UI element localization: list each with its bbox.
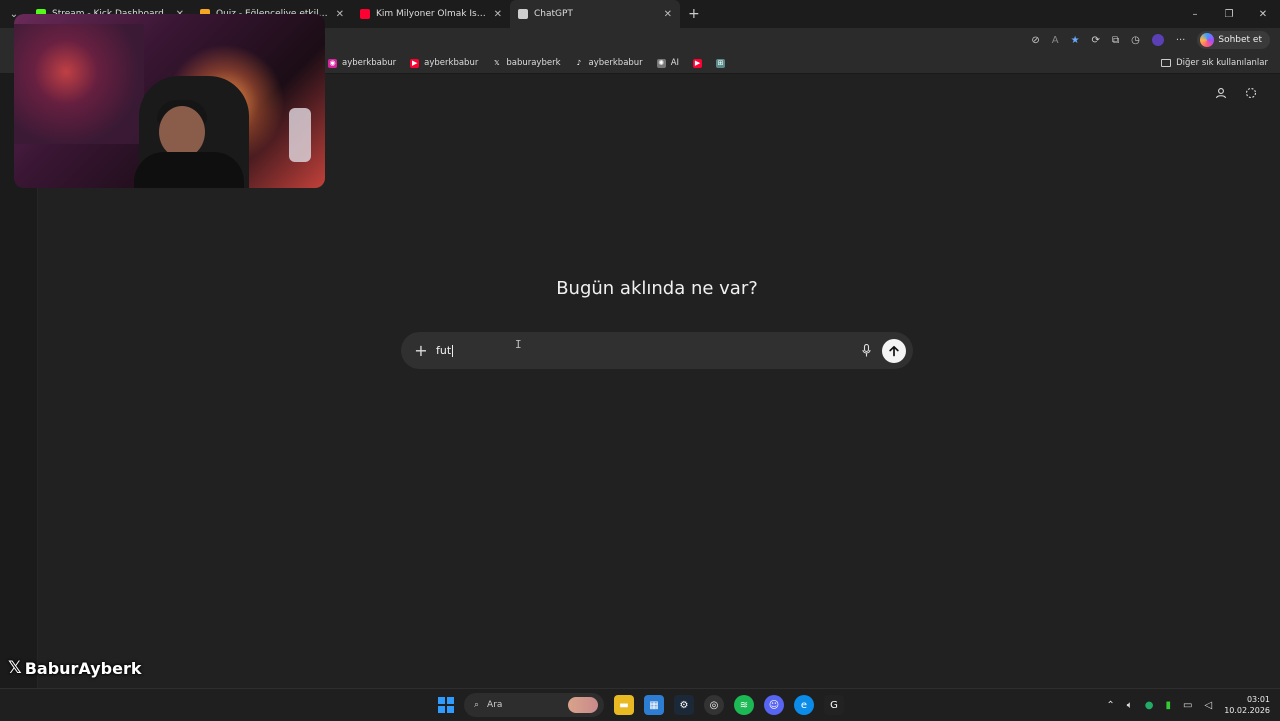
windows-start-icon[interactable] [438, 697, 454, 713]
more-menu-icon[interactable]: ··· [1176, 35, 1186, 46]
profile-avatar[interactable] [1151, 34, 1164, 46]
tracking-prevention-icon[interactable]: ⊘ [1031, 35, 1039, 46]
other-bookmarks-label: Diğer sık kullanılanlar [1176, 58, 1268, 68]
chatgpt-icon: ✺ [656, 58, 666, 68]
copilot-chat-button[interactable]: Sohbet et [1197, 31, 1270, 49]
photos-app-icon[interactable]: ▦ [644, 695, 664, 715]
tab-title: Kim Milyoner Olmak İster? 1212. B [376, 9, 488, 19]
tab-title: ChatGPT [534, 9, 573, 19]
bookmark-item[interactable]: 𝕏baburayberk [492, 58, 561, 68]
bookmark-label: AI [670, 58, 680, 68]
bookmark-label: ayberkbabur [588, 58, 643, 68]
browser-tab[interactable]: Kim Milyoner Olmak İster? 1212. B ✕ [352, 0, 510, 28]
network-status-icon[interactable]: ● [1145, 700, 1154, 711]
tray-overflow-chevron-icon[interactable]: ⌃ [1106, 700, 1114, 711]
page-header-actions [1214, 86, 1258, 100]
clock-time: 03:01 [1246, 695, 1270, 704]
tab-favicon-icon [518, 9, 528, 19]
clock-date: 10.02.2026 [1224, 706, 1270, 715]
search-highlight-image [568, 697, 598, 713]
copilot-icon [1200, 33, 1215, 47]
microphone-icon[interactable] [860, 344, 872, 358]
new-tab-button[interactable]: + [680, 6, 708, 22]
chrome-like-icon[interactable]: ◎ [704, 695, 724, 715]
bookmark-label: ayberkbabur [342, 58, 397, 68]
youtube-icon: ▶ [693, 58, 703, 68]
greeting-heading: Bugün aklında ne var? [556, 278, 758, 299]
cherry-blossom-panel [14, 24, 144, 144]
tab-favicon-icon [360, 9, 370, 19]
folder-icon [1161, 59, 1172, 67]
history-icon[interactable]: ◷ [1131, 35, 1140, 46]
microphone-tray-icon[interactable]: ▮ [1166, 700, 1172, 711]
system-tray: ⌃ 🔈︎ ● ▮ ▭ ◁ 03:01 10.02.2026 [1106, 689, 1270, 721]
instagram-icon: ◉ [328, 58, 337, 68]
bookmark-item[interactable]: ⊞ [716, 58, 726, 68]
taskbar-apps: ⌕ Ara ▬ ▦ ⚙ ◎ ≋ ☺ e G [438, 689, 844, 721]
text-cursor-icon: I [515, 338, 522, 351]
close-tab-icon[interactable]: ✕ [494, 9, 502, 20]
speaker-icon[interactable]: 🔈︎ [1127, 700, 1133, 711]
streamer-body [134, 152, 244, 188]
desk-lamp [289, 108, 311, 162]
bookmark-item[interactable]: ◉ ayberkbabur [328, 58, 396, 68]
bookmark-label: baburayberk [506, 58, 561, 68]
toolbar-icons: ⊘ A ★ ⟳ ⧉ ◷ ··· Sohbet et [1031, 28, 1270, 52]
globe-icon: ⊞ [716, 58, 726, 68]
close-window-button[interactable]: ✕ [1246, 0, 1280, 28]
send-button[interactable] [882, 338, 906, 363]
close-tab-icon[interactable]: ✕ [336, 9, 344, 20]
minimize-button[interactable]: – [1178, 0, 1212, 28]
steam-icon[interactable]: ⚙ [674, 695, 694, 715]
arrow-up-icon [889, 345, 899, 356]
system-clock[interactable]: 03:01 10.02.2026 [1224, 694, 1270, 716]
discord-icon[interactable]: ☺ [764, 695, 784, 715]
close-tab-icon[interactable]: ✕ [664, 9, 672, 20]
streamer-brand: 𝕏 BaburAyberk [8, 658, 142, 678]
collections-icon[interactable]: ⧉ [1112, 35, 1119, 46]
favorite-star-icon[interactable]: ★ [1071, 35, 1080, 46]
temporary-chat-icon[interactable] [1244, 86, 1258, 100]
x-icon: 𝕏 [492, 58, 502, 68]
text-caret [452, 345, 454, 357]
restore-button[interactable]: ❐ [1212, 0, 1246, 28]
bookmark-label: ayberkbabur [424, 58, 479, 68]
prompt-composer[interactable]: + fut [401, 332, 913, 369]
streamer-face [159, 106, 205, 158]
spotify-icon[interactable]: ≋ [734, 695, 754, 715]
read-aloud-icon[interactable]: A [1052, 35, 1059, 46]
windows-taskbar: ⌕ Ara ▬ ▦ ⚙ ◎ ≋ ☺ e G ⌃ 🔈︎ ● ▮ ▭ ◁ 03:01… [0, 688, 1280, 720]
volume-icon[interactable]: ◁ [1204, 700, 1212, 711]
window-controls: – ❐ ✕ [1178, 0, 1280, 28]
logitech-g-icon[interactable]: G [824, 695, 844, 715]
prompt-input[interactable]: fut [436, 344, 860, 357]
search-icon: ⌕ [474, 700, 480, 710]
bookmark-item[interactable]: ▶ [693, 58, 703, 68]
bookmark-item[interactable]: ♪ ayberkbabur [574, 58, 643, 68]
edge-browser-icon[interactable]: e [794, 695, 814, 715]
brand-name: BaburAyberk [24, 658, 142, 678]
other-bookmarks-folder[interactable]: Diğer sık kullanılanlar [1161, 52, 1268, 74]
copilot-label: Sohbet et [1218, 35, 1262, 45]
prompt-text: fut [436, 344, 452, 357]
attach-plus-icon[interactable]: + [411, 341, 431, 360]
youtube-icon: ▶ [410, 58, 420, 68]
extensions-icon[interactable]: ⟳ [1092, 35, 1100, 46]
tiktok-icon: ♪ [574, 58, 584, 68]
search-placeholder: Ara [487, 700, 503, 710]
browser-tab[interactable]: ChatGPT ✕ [510, 0, 680, 28]
webcam-overlay [14, 14, 325, 188]
display-icon[interactable]: ▭ [1183, 700, 1192, 711]
taskbar-search[interactable]: ⌕ Ara [464, 693, 604, 717]
bookmark-item[interactable]: ▶ ayberkbabur [410, 58, 478, 68]
file-explorer-icon[interactable]: ▬ [614, 695, 634, 715]
share-user-icon[interactable] [1214, 86, 1228, 100]
bookmark-item[interactable]: ✺ AI [656, 58, 680, 68]
x-logo-icon: 𝕏 [8, 658, 22, 678]
